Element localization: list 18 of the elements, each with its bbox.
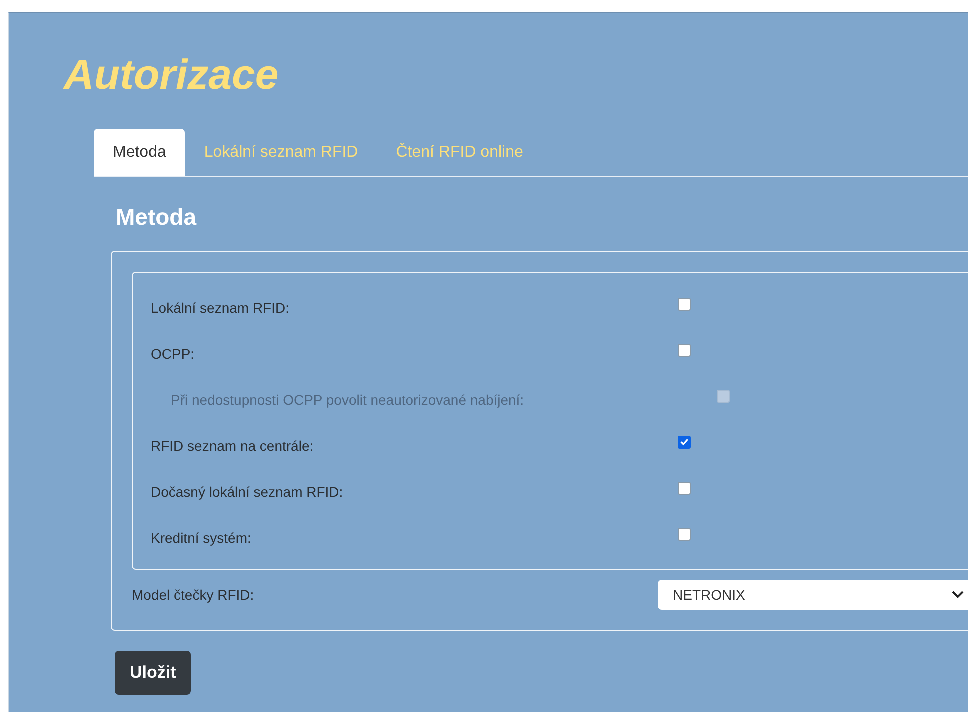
option-label: Kreditní systém: xyxy=(151,530,252,546)
option-label: Lokální seznam RFID: xyxy=(151,300,290,316)
option-label: Dočasný lokální seznam RFID: xyxy=(151,484,344,500)
option-label: Při nedostupnosti OCPP povolit neautorizované nabíjení: xyxy=(170,392,526,408)
page-title: Autorizace xyxy=(64,51,280,99)
chevron-down-icon xyxy=(952,591,964,599)
model-dropdown[interactable]: NETRONIX xyxy=(658,580,968,610)
section-heading: Metoda xyxy=(116,203,198,231)
checkbox[interactable] xyxy=(678,528,691,540)
option-label: RFID seznam na centrále: xyxy=(151,438,315,454)
field-label: Model čtečky RFID: xyxy=(132,587,256,603)
checkbox[interactable] xyxy=(678,298,691,310)
tab[interactable]: Metoda xyxy=(94,129,186,176)
checkbox[interactable] xyxy=(678,436,691,448)
option-label: OCPP: xyxy=(151,346,196,362)
checkbox[interactable] xyxy=(678,482,691,494)
save-button[interactable]: Uložit xyxy=(115,651,192,695)
checkbox[interactable] xyxy=(678,344,691,356)
